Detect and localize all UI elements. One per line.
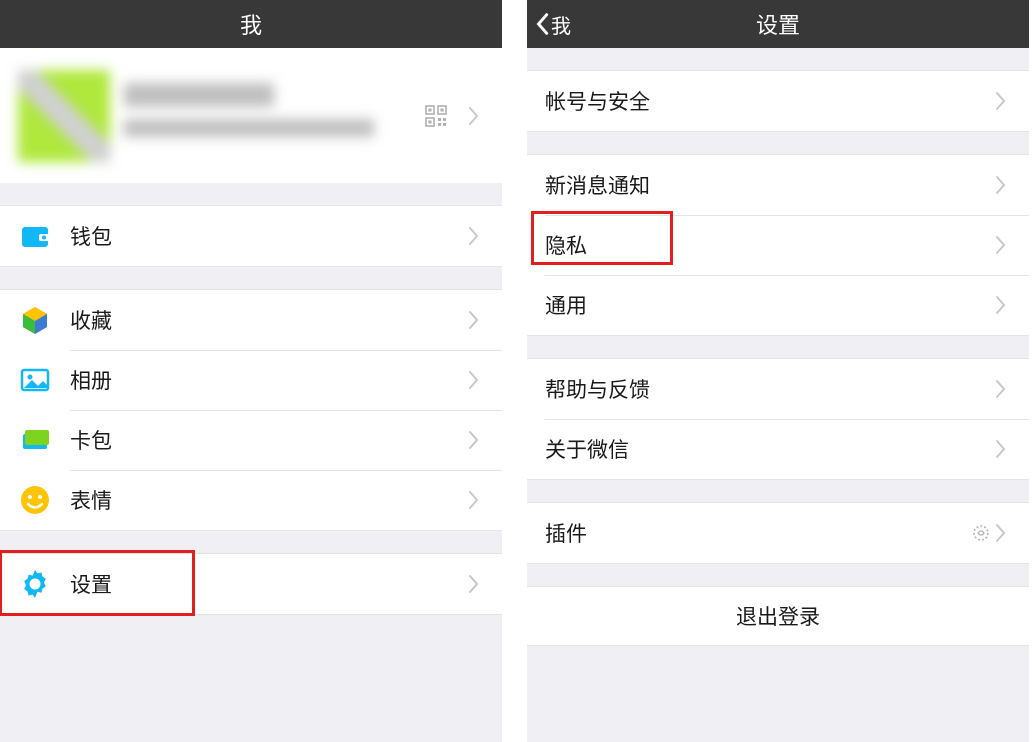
help-label: 帮助与反馈 bbox=[545, 374, 991, 404]
profile-row[interactable] bbox=[0, 48, 502, 183]
general-row[interactable]: 通用 bbox=[527, 275, 1029, 335]
cards-row[interactable]: 卡包 bbox=[0, 410, 502, 470]
profile-name-blurred bbox=[124, 83, 274, 107]
chevron-right-icon bbox=[991, 379, 1011, 399]
favorites-row[interactable]: 收藏 bbox=[0, 290, 502, 350]
navbar-settings: 我 设置 bbox=[527, 0, 1029, 48]
logout-label: 退出登录 bbox=[736, 601, 820, 631]
chevron-right-icon bbox=[991, 439, 1011, 459]
wallet-label: 钱包 bbox=[70, 221, 464, 251]
wallet-row[interactable]: 钱包 bbox=[0, 206, 502, 266]
about-label: 关于微信 bbox=[545, 434, 991, 464]
chevron-right-icon bbox=[464, 574, 484, 594]
cards-icon bbox=[18, 423, 52, 457]
chevron-right-icon bbox=[991, 91, 1011, 111]
avatar bbox=[18, 70, 110, 162]
chevron-right-icon bbox=[991, 295, 1011, 315]
profile-id-blurred bbox=[124, 119, 374, 137]
settings-label: 设置 bbox=[70, 569, 464, 599]
navbar-title: 设置 bbox=[756, 8, 800, 40]
back-button[interactable]: 我 bbox=[535, 10, 571, 39]
chevron-right-icon bbox=[464, 226, 484, 246]
plugins-row[interactable]: 插件 bbox=[527, 503, 1029, 563]
plugin-extra-icon bbox=[971, 523, 991, 543]
chevron-right-icon bbox=[464, 370, 484, 390]
privacy-label: 隐私 bbox=[545, 230, 991, 260]
about-row[interactable]: 关于微信 bbox=[527, 419, 1029, 479]
privacy-row[interactable]: 隐私 bbox=[527, 215, 1029, 275]
account-security-row[interactable]: 帐号与安全 bbox=[527, 71, 1029, 131]
notifications-label: 新消息通知 bbox=[545, 170, 991, 200]
favorites-label: 收藏 bbox=[70, 305, 464, 335]
chevron-right-icon bbox=[464, 310, 484, 330]
account-security-label: 帐号与安全 bbox=[545, 86, 991, 116]
chevron-right-icon bbox=[991, 175, 1011, 195]
notifications-row[interactable]: 新消息通知 bbox=[527, 155, 1029, 215]
profile-text bbox=[124, 83, 408, 149]
navbar-title: 我 bbox=[240, 8, 262, 40]
stickers-label: 表情 bbox=[70, 485, 464, 515]
navbar-me: 我 bbox=[0, 0, 502, 48]
sticker-icon bbox=[18, 483, 52, 517]
help-row[interactable]: 帮助与反馈 bbox=[527, 359, 1029, 419]
stickers-row[interactable]: 表情 bbox=[0, 470, 502, 530]
chevron-right-icon bbox=[991, 235, 1011, 255]
back-label: 我 bbox=[551, 10, 571, 39]
cards-label: 卡包 bbox=[70, 425, 464, 455]
settings-row[interactable]: 设置 bbox=[0, 554, 502, 614]
plugins-label: 插件 bbox=[545, 518, 963, 548]
logout-button[interactable]: 退出登录 bbox=[527, 586, 1029, 646]
favorites-icon bbox=[18, 303, 52, 337]
album-icon bbox=[18, 363, 52, 397]
settings-screen: 我 设置 帐号与安全 新消息通知 隐私 通用 bbox=[527, 0, 1029, 742]
chevron-right-icon bbox=[464, 430, 484, 450]
album-label: 相册 bbox=[70, 365, 464, 395]
qr-code-icon[interactable] bbox=[422, 102, 450, 130]
me-screen: 我 钱包 bbox=[0, 0, 502, 742]
gear-icon bbox=[18, 567, 52, 601]
chevron-right-icon bbox=[464, 490, 484, 510]
general-label: 通用 bbox=[545, 290, 991, 320]
chevron-right-icon bbox=[991, 523, 1011, 543]
album-row[interactable]: 相册 bbox=[0, 350, 502, 410]
wallet-icon bbox=[18, 219, 52, 253]
chevron-right-icon bbox=[464, 106, 484, 126]
